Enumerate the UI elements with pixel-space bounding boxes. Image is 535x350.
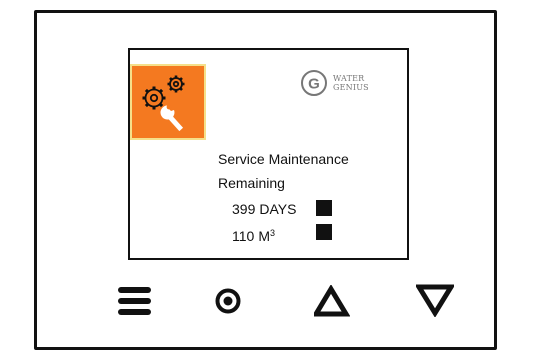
hamburger-menu-icon	[118, 287, 151, 315]
service-maintenance-tile	[130, 64, 206, 140]
volume-indicator	[316, 224, 332, 240]
volume-value: 110	[232, 228, 255, 244]
svg-text:G: G	[308, 76, 320, 93]
volume-unit: M3	[258, 228, 276, 244]
triangle-down-icon	[414, 284, 456, 318]
service-message-line2: Remaining	[218, 175, 285, 191]
days-indicator	[316, 200, 332, 216]
brand-mark-icon: G	[301, 70, 327, 96]
select-button[interactable]	[214, 285, 246, 317]
brand-word-line2: GENIUS	[333, 83, 369, 92]
volume-remaining: 110 M3	[232, 224, 275, 245]
volume-unit-superscript: 3	[270, 228, 276, 238]
service-message-line1: Service Maintenance	[218, 151, 349, 167]
down-button[interactable]	[414, 283, 456, 318]
brand-word-line1: WATER	[333, 74, 365, 83]
brand-logo: G WATER GENIUS	[285, 68, 395, 102]
circle-dot-icon	[215, 288, 241, 314]
display-screen: G WATER GENIUS Service Maintenance Remai…	[128, 48, 409, 260]
menu-button[interactable]	[118, 285, 154, 317]
triangle-up-icon	[311, 284, 351, 317]
days-remaining: 399 DAYS	[232, 200, 296, 218]
days-value: 399	[232, 201, 256, 217]
days-unit: DAYS	[259, 201, 297, 217]
up-button[interactable]	[311, 284, 351, 317]
gears-wrench-icon	[142, 75, 185, 132]
